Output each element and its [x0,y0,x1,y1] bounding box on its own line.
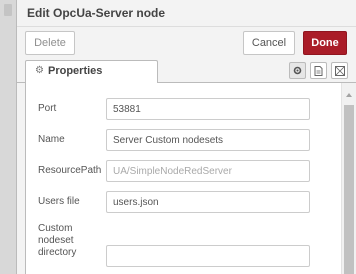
appearance-icon [335,66,345,76]
form-row-port: Port [26,98,341,120]
resource-path-label: ResourcePath [38,165,102,176]
cancel-button[interactable]: Cancel [243,31,295,55]
form-row-resource-path: ResourcePath [26,160,341,182]
resource-path-input[interactable] [106,160,310,182]
port-input[interactable] [106,98,310,120]
name-input[interactable] [106,129,310,151]
gear-icon: ⚙ [35,65,44,76]
scrollbar-thumb[interactable] [344,105,354,274]
users-file-label: Users file [38,196,80,207]
name-label: Name [38,134,65,145]
custom-nodeset-directory-input[interactable] [106,245,310,267]
workspace-edge-tab [4,4,12,16]
port-label: Port [38,103,57,114]
description-icon [314,66,323,76]
form-scrollbar[interactable] [341,83,356,274]
form-row-custom-nodeset-directory: Custom nodeset directory [26,221,341,271]
delete-button[interactable]: Delete [25,31,75,55]
done-button[interactable]: Done [303,31,347,55]
tab-description[interactable] [310,62,327,79]
workspace-edge [0,0,16,274]
custom-nodeset-directory-label-line: Custom [38,223,73,234]
custom-nodeset-directory-label-line: nodeset [38,235,74,246]
tab-properties-label: Properties [48,65,103,77]
tab-node-settings[interactable] [289,62,306,79]
tab-properties[interactable]: ⚙ Properties [25,60,158,83]
gear-icon [293,66,302,75]
dialog-toolbar: Delete Cancel Done [17,27,356,59]
form-row-name: Name [26,129,341,151]
scroll-up-arrow-icon[interactable] [346,93,352,97]
edit-node-dialog: Edit OpcUa-Server node Delete Cancel Don… [16,0,356,274]
custom-nodeset-directory-label-line: directory [38,247,77,258]
users-file-input[interactable] [106,191,310,213]
custom-nodeset-directory-label: Custom nodeset directory [38,223,76,259]
tab-appearance[interactable] [331,62,348,79]
tab-bar: ⚙ Properties [17,59,356,83]
properties-form: Port Name ResourcePath Users file Custom… [25,83,356,274]
form-row-users-file: Users file [26,191,341,213]
dialog-title: Edit OpcUa-Server node [27,6,166,20]
dialog-header: Edit OpcUa-Server node [17,0,356,27]
